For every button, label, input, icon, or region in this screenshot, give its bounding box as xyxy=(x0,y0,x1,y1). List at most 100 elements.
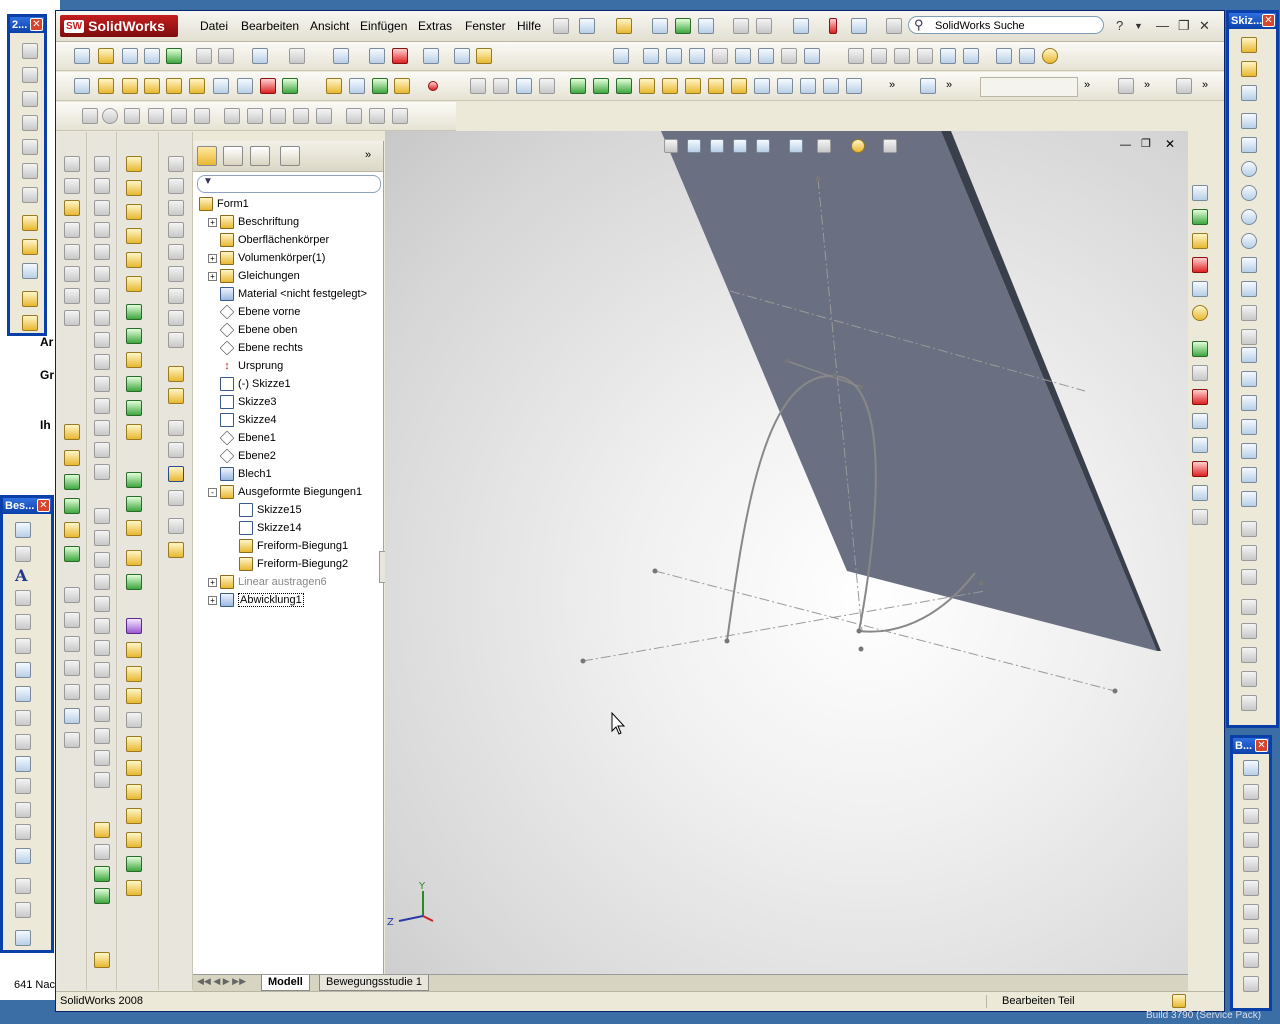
strip-tool-icon[interactable] xyxy=(94,772,110,788)
save-icon[interactable] xyxy=(122,48,138,64)
tree-item[interactable]: + Abwicklung1 xyxy=(193,591,398,609)
strip-tool-icon[interactable] xyxy=(168,178,184,194)
tangent-arc-icon[interactable] xyxy=(1241,257,1257,273)
close-toolbar-button[interactable]: ✕ xyxy=(1255,739,1268,752)
strip-tool-icon[interactable] xyxy=(126,550,142,566)
float-tool-icon[interactable] xyxy=(15,734,31,750)
strip-tool-icon[interactable] xyxy=(94,822,110,838)
strip-tool-icon[interactable] xyxy=(126,328,142,344)
perspective-icon[interactable] xyxy=(996,48,1012,64)
area-hatch-icon[interactable] xyxy=(15,824,31,840)
zoom-selection-icon[interactable] xyxy=(712,48,728,64)
view-orientation-icon[interactable] xyxy=(756,139,770,153)
strip-tool-icon[interactable] xyxy=(64,222,80,238)
smart-dimension-icon[interactable] xyxy=(15,522,31,538)
tab-bewegungsstudie[interactable]: Bewegungsstudie 1 xyxy=(319,975,430,991)
line-icon[interactable] xyxy=(124,108,140,124)
strip-tool-icon[interactable] xyxy=(94,596,110,612)
sm-fold-icon[interactable] xyxy=(777,78,793,94)
print-icon[interactable] xyxy=(756,18,772,34)
float-tool-icon[interactable] xyxy=(1241,569,1257,585)
circle-icon[interactable] xyxy=(1241,185,1257,201)
strip-tool-icon[interactable] xyxy=(64,424,80,440)
strip-tool-icon[interactable] xyxy=(168,222,184,238)
check-sketch-icon[interactable] xyxy=(166,78,182,94)
float-tool-icon[interactable] xyxy=(1241,671,1257,687)
ellipse-icon[interactable] xyxy=(1241,305,1257,321)
strip-tool-icon[interactable] xyxy=(94,844,110,860)
strip-tool-icon[interactable] xyxy=(168,420,184,436)
tree-item[interactable]: Ebene vorne xyxy=(193,303,398,321)
sketch-point-icon[interactable] xyxy=(82,108,98,124)
strip-tool-icon[interactable] xyxy=(126,400,142,416)
strip-tool-icon[interactable] xyxy=(126,472,142,488)
float-tool-icon[interactable] xyxy=(15,710,31,726)
view-settings-icon[interactable] xyxy=(883,139,897,153)
graphics-viewport[interactable]: Y Z — ❐ ✕ xyxy=(385,131,1188,974)
strip-tool-icon[interactable] xyxy=(94,866,110,882)
convert-entities-icon[interactable] xyxy=(394,78,410,94)
float-tool-icon[interactable] xyxy=(1241,545,1257,561)
equations-icon[interactable] xyxy=(213,78,229,94)
close-window-button[interactable]: ✕ xyxy=(1199,18,1210,34)
select-filter-icon[interactable] xyxy=(369,48,385,64)
float-tool-icon[interactable] xyxy=(1243,976,1259,992)
strip-tool-icon[interactable] xyxy=(168,542,184,558)
strip-tool-icon[interactable] xyxy=(94,750,110,766)
strip-tool-icon[interactable] xyxy=(126,880,142,896)
roll-icon[interactable] xyxy=(781,48,797,64)
three-point-arc-icon[interactable] xyxy=(1241,281,1257,297)
undo-icon[interactable] xyxy=(252,48,268,64)
section-view-icon[interactable] xyxy=(963,48,979,64)
viewport-minimize-button[interactable]: — xyxy=(1120,139,1131,151)
appearance-icon[interactable] xyxy=(851,139,865,153)
rebuild-status-icon[interactable] xyxy=(1172,994,1186,1008)
material-icon[interactable] xyxy=(189,78,205,94)
float-tool-icon[interactable] xyxy=(22,263,38,279)
float-tool-icon[interactable] xyxy=(15,546,31,562)
options-dropdown-icon[interactable] xyxy=(886,18,902,34)
expand-node-icon[interactable]: + xyxy=(208,271,217,281)
minimize-window-button[interactable]: — xyxy=(1156,18,1169,33)
float-tool-icon[interactable] xyxy=(1241,599,1257,615)
solidworks-logo[interactable]: SW SolidWorks xyxy=(60,15,178,37)
strip-tool-icon[interactable] xyxy=(126,618,142,634)
zoom-to-fit-icon[interactable] xyxy=(664,139,678,153)
float-tool-icon[interactable] xyxy=(22,291,38,307)
polygon-icon[interactable] xyxy=(1241,161,1257,177)
open-folder-icon[interactable] xyxy=(616,18,632,34)
strip-tool-icon[interactable] xyxy=(126,180,142,196)
close-toolbar-button[interactable]: ✕ xyxy=(37,499,50,512)
float-tool-icon[interactable] xyxy=(1241,623,1257,639)
design-library-icon[interactable] xyxy=(1192,209,1208,225)
strip-tool-icon[interactable] xyxy=(94,706,110,722)
float-tool-icon[interactable] xyxy=(22,43,38,59)
search-results-icon[interactable] xyxy=(1192,257,1208,273)
file-properties-icon[interactable] xyxy=(851,18,867,34)
macro-edit-icon[interactable] xyxy=(1192,437,1208,453)
strip-tool-icon[interactable] xyxy=(64,310,80,326)
orientation-icon[interactable] xyxy=(613,48,629,64)
macro-stop-icon[interactable] xyxy=(1192,365,1208,381)
macro-option-icon[interactable] xyxy=(1192,485,1208,501)
strip-tool-icon[interactable] xyxy=(168,156,184,172)
strip-tool-icon[interactable] xyxy=(94,640,110,656)
tree-item[interactable]: Blech1 xyxy=(193,465,398,483)
strip-tool-icon[interactable] xyxy=(126,856,142,872)
print-preview-icon[interactable] xyxy=(733,18,749,34)
tree-filter-input[interactable] xyxy=(197,175,381,193)
strip-tool-icon[interactable] xyxy=(94,728,110,744)
strip-tool-icon[interactable] xyxy=(94,662,110,678)
traffic-light-icon[interactable] xyxy=(829,18,837,34)
hidden-lines-removed-icon[interactable] xyxy=(894,48,910,64)
angle-icon[interactable] xyxy=(392,108,408,124)
sm-closed-corner-icon[interactable] xyxy=(731,78,747,94)
menu-ansicht[interactable]: Ansicht xyxy=(310,19,349,33)
toolbar-overflow-icon[interactable]: » xyxy=(889,79,895,91)
view-palette-icon[interactable] xyxy=(1192,281,1208,297)
sm-base-flange-icon[interactable] xyxy=(570,78,586,94)
strip-tool-icon[interactable] xyxy=(94,530,110,546)
sm-sketched-bend-icon[interactable] xyxy=(685,78,701,94)
float-tool-icon[interactable] xyxy=(15,902,31,918)
split-icon[interactable] xyxy=(346,108,362,124)
